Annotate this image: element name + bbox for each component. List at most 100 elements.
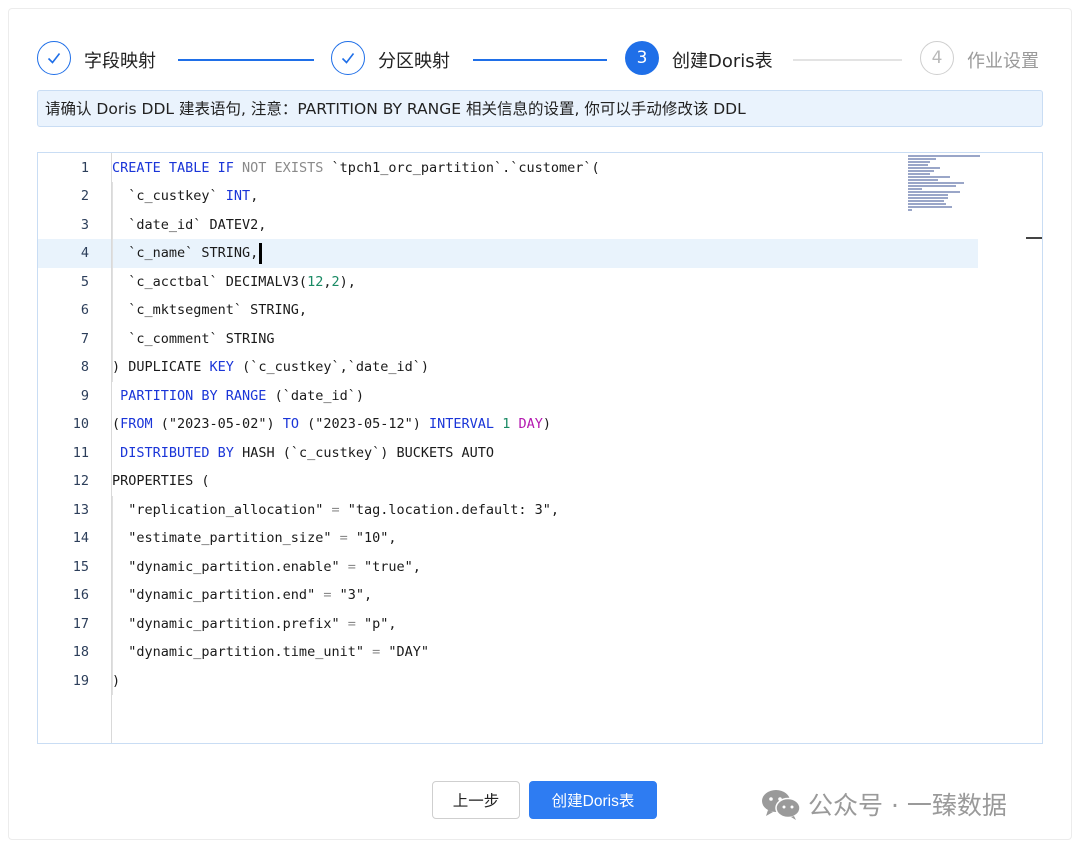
code-line[interactable]: ) DUPLICATE KEY (`c_custkey`,`date_id`) [112, 353, 429, 382]
line-number: 5 [80, 273, 89, 290]
code-line[interactable]: CREATE TABLE IF NOT EXISTS `tpch1_orc_pa… [112, 154, 600, 183]
code-token: DISTRIBUTED BY [120, 444, 234, 461]
code-token: ("2023-05-12") [298, 416, 430, 432]
code-token: TO [282, 416, 299, 432]
indent-guide [112, 182, 113, 382]
watermark: 公众号 · 一臻数据 [760, 784, 1007, 824]
code-line[interactable]: PROPERTIES ( [112, 467, 210, 496]
wechat-icon [760, 787, 802, 821]
code-token: PROPERTIES ( [112, 473, 210, 489]
create-doris-table-button[interactable]: 创建Doris表 [529, 781, 657, 819]
code-token: = [331, 501, 340, 518]
ddl-notice: 请确认 Doris DDL 建表语句, 注意：PARTITION BY RANG… [37, 90, 1043, 127]
step-connector [473, 59, 607, 61]
line-number: 9 [80, 387, 89, 404]
code-token: ("2023-05-02") [152, 416, 283, 432]
watermark-text: 公众号 · 一臻数据 [808, 791, 1007, 820]
line-number: 3 [80, 216, 89, 233]
code-token: "tag.location.default: 3", [339, 501, 560, 518]
code-token: ) DUPLICATE [112, 359, 210, 375]
line-number: 17 [72, 615, 89, 632]
code-token: `date_id` DATEV2, [112, 216, 267, 233]
line-number: 4 [80, 245, 89, 261]
steps-bar: 字段映射 分区映射 3 创建Doris表 4 作业设置 [37, 41, 1043, 79]
step-1-check-icon [37, 41, 71, 75]
code-line[interactable]: `date_id` DATEV2, [112, 211, 266, 240]
code-token: "replication_allocation" [112, 501, 332, 518]
step-connector [178, 59, 314, 61]
code-token: `c_custkey` [112, 188, 226, 204]
previous-step-button[interactable]: 上一步 [432, 781, 520, 819]
text-cursor [259, 242, 262, 264]
step-1-label[interactable]: 字段映射 [84, 47, 156, 73]
line-number: 18 [72, 644, 89, 660]
code-token: "3", [331, 587, 373, 603]
line-number: 12 [72, 473, 89, 489]
code-token: "dynamic_partition.enable" [112, 558, 348, 575]
code-token: "dynamic_partition.prefix" [112, 615, 348, 632]
code-token: "dynamic_partition.time_unit" [112, 644, 373, 660]
code-line[interactable]: `c_acctbal` DECIMALV3(12,2), [112, 268, 356, 297]
code-line[interactable]: "estimate_partition_size" = "10", [112, 524, 397, 553]
code-token: HASH (`c_custkey`) BUCKETS AUTO [233, 444, 495, 461]
code-token: "true", [355, 558, 421, 575]
code-token: "10", [347, 530, 397, 546]
code-token: `c_name` STRING, [112, 245, 259, 261]
step-3-number: 3 [625, 41, 659, 75]
code-token: ), [339, 273, 356, 290]
line-number: 13 [72, 501, 89, 518]
code-token: `tpch1_orc_partition`.`customer`( [331, 159, 600, 176]
scrollbar-cursor-marker [1026, 237, 1042, 239]
code-line[interactable]: ) [112, 667, 120, 696]
step-2-label[interactable]: 分区映射 [378, 47, 450, 73]
code-token: `c_acctbal` DECIMALV3( [112, 273, 308, 290]
code-token: (`c_custkey`,`date_id`) [233, 359, 430, 375]
code-line[interactable]: `c_mktsegment` STRING, [112, 296, 307, 325]
code-line[interactable]: "dynamic_partition.time_unit" = "DAY" [112, 638, 429, 667]
code-token: "DAY" [380, 644, 430, 660]
step-4-number: 4 [920, 41, 954, 75]
code-line[interactable]: "dynamic_partition.prefix" = "p", [112, 610, 396, 639]
step-2-check-icon [331, 41, 365, 75]
code-line[interactable]: `c_name` STRING, [112, 239, 262, 268]
line-number: 7 [80, 330, 89, 347]
code-token: , [250, 188, 259, 204]
step-connector [793, 59, 902, 61]
step-4-label[interactable]: 作业设置 [967, 47, 1039, 73]
line-number: 2 [80, 188, 89, 204]
code-token: INT [225, 188, 251, 204]
code-token: 12 [307, 273, 324, 290]
code-line[interactable]: `c_comment` STRING [112, 325, 275, 354]
line-number: 1 [80, 159, 89, 176]
code-line[interactable]: "dynamic_partition.enable" = "true", [112, 553, 421, 582]
code-line[interactable]: (FROM ("2023-05-02") TO ("2023-05-12") I… [112, 410, 551, 439]
code-token: = [372, 644, 381, 660]
ddl-code-editor[interactable]: 1 2 3 4 5 6 7 8 9 10 11 12 13 14 15 16 17 18 19 CREATE TAB… [37, 152, 1043, 744]
code-token: "estimate_partition_size" [112, 530, 340, 546]
line-number: 8 [80, 359, 89, 375]
code-area[interactable]: CREATE TABLE IF NOT EXISTS `tpch1_orc_pa… [112, 153, 1042, 743]
code-line[interactable]: "replication_allocation" = "tag.location… [112, 496, 559, 525]
code-token: = [347, 615, 356, 632]
line-number: 10 [72, 416, 89, 432]
code-line[interactable]: `c_custkey` INT, [112, 182, 258, 211]
code-token: ) [542, 416, 551, 432]
code-token: `c_comment` STRING [112, 330, 275, 347]
code-token: KEY [209, 359, 234, 375]
indent-guide [112, 495, 113, 695]
line-number: 19 [72, 672, 89, 689]
code-line[interactable]: PARTITION BY RANGE (`date_id`) [112, 382, 364, 411]
code-line[interactable]: DISTRIBUTED BY HASH (`c_custkey`) BUCKET… [112, 439, 494, 468]
code-token: NOT EXISTS [242, 159, 332, 176]
editor-minimap[interactable] [908, 153, 1028, 213]
code-token: = [339, 530, 348, 546]
step-3-label[interactable]: 创建Doris表 [672, 47, 773, 73]
code-token: PARTITION BY RANGE [120, 387, 267, 404]
code-line[interactable]: "dynamic_partition.end" = "3", [112, 581, 372, 610]
line-number-gutter: 1 2 3 4 5 6 7 8 9 10 11 12 13 14 15 16 17 18 19 [38, 153, 112, 743]
code-token: `c_mktsegment` STRING, [112, 302, 308, 318]
code-token: "dynamic_partition.end" [112, 587, 324, 603]
